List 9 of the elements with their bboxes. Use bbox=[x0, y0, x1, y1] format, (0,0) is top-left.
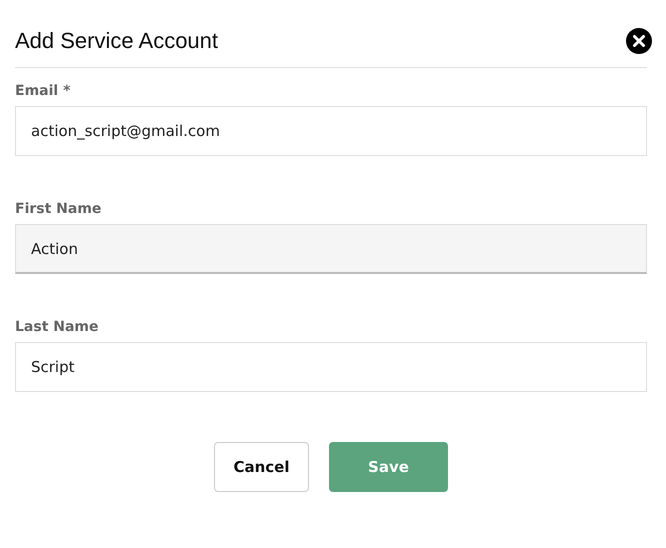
text-field[interactable]: Action bbox=[15, 224, 647, 274]
dialog-title: Add Service Account bbox=[15, 28, 218, 54]
field-label: First Name bbox=[15, 201, 102, 217]
cancel-button[interactable]: Cancel bbox=[214, 442, 309, 492]
field-label: Last Name bbox=[15, 319, 100, 335]
text-field[interactable]: action_script@gmail.com bbox=[15, 106, 647, 156]
close-icon[interactable] bbox=[626, 28, 652, 54]
field-label: Email * bbox=[15, 83, 72, 99]
text-field[interactable]: Script bbox=[15, 342, 647, 392]
